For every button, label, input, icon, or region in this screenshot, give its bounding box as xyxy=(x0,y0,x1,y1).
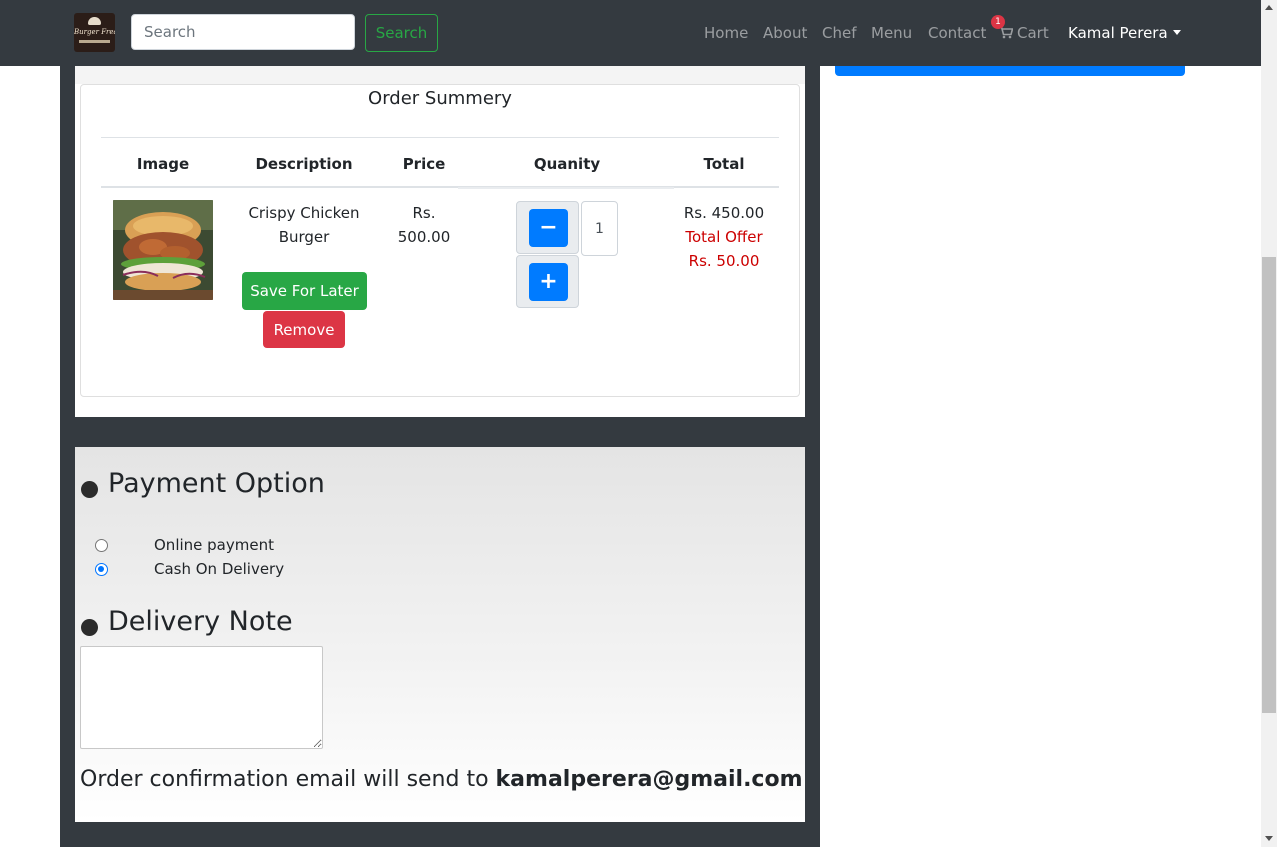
quantity-input[interactable] xyxy=(581,201,618,256)
logo-text: Burger Freaks xyxy=(74,28,115,36)
logo-ribbon xyxy=(79,40,110,43)
increment-group: + xyxy=(516,255,579,308)
scroll-up-arrow-icon[interactable] xyxy=(1265,5,1273,10)
user-name: Kamal Perera xyxy=(1068,24,1168,42)
cash-on-delivery-label[interactable]: Cash On Delivery xyxy=(154,560,284,578)
nav-about[interactable]: About xyxy=(763,24,807,42)
order-summary-title: Order Summery xyxy=(368,88,512,109)
confirmation-message: Order confirmation email will send to ka… xyxy=(80,767,803,792)
online-payment-label[interactable]: Online payment xyxy=(154,536,274,554)
plus-button[interactable]: + xyxy=(529,263,568,301)
payment-option-title: Payment Option xyxy=(108,468,325,499)
cart-count-badge: 1 xyxy=(991,15,1005,29)
remove-button[interactable]: Remove xyxy=(263,311,345,348)
total-amount: Rs. 450.00 xyxy=(683,204,765,222)
column-header-total: Total xyxy=(703,155,745,173)
nav-home[interactable]: Home xyxy=(704,24,748,42)
minus-button[interactable]: − xyxy=(529,209,568,247)
confirmation-email: kamalperera@gmail.com xyxy=(495,767,803,792)
offer-label: Total Offer xyxy=(685,228,763,246)
nav-menu[interactable]: Menu xyxy=(871,24,912,42)
burger-logo-icon xyxy=(88,17,101,25)
quantity-cell-border xyxy=(458,187,674,189)
delivery-note-title: Delivery Note xyxy=(108,606,293,637)
burger-image xyxy=(113,200,213,300)
item-description: Crispy Chicken Burger xyxy=(234,201,374,249)
confirmation-text: Order confirmation email will send to xyxy=(80,767,489,792)
item-name-line1: Crispy Chicken xyxy=(248,204,360,222)
column-header-quantity: Quanity xyxy=(533,155,601,173)
item-name-line2: Burger xyxy=(278,228,330,246)
delivery-note-textarea[interactable] xyxy=(80,646,323,749)
bullet-icon xyxy=(81,481,98,498)
caret-down-icon xyxy=(1172,30,1181,35)
price-currency: Rs. xyxy=(412,204,436,222)
search-button[interactable]: Search xyxy=(365,14,438,52)
navbar: Burger Freaks Search Home About Chef Men… xyxy=(0,0,1261,66)
search-input[interactable] xyxy=(131,14,355,50)
item-price: Rs. 500.00 xyxy=(384,201,464,249)
decrement-group: − xyxy=(516,201,579,254)
column-header-description: Description xyxy=(255,155,353,173)
scrollbar-thumb[interactable] xyxy=(1262,257,1276,713)
column-header-price: Price xyxy=(402,155,446,173)
bullet-icon xyxy=(81,619,98,636)
item-total: Rs. 450.00 Total Offer Rs. 50.00 xyxy=(670,201,778,273)
price-amount: 500.00 xyxy=(397,228,451,246)
radio-online-payment[interactable] xyxy=(95,539,108,552)
nav-chef[interactable]: Chef xyxy=(822,24,857,42)
save-for-later-button[interactable]: Save For Later xyxy=(242,272,367,310)
nav-contact[interactable]: Contact xyxy=(928,24,986,42)
radio-cash-on-delivery[interactable] xyxy=(95,563,108,576)
user-dropdown[interactable]: Kamal Perera xyxy=(1068,24,1181,42)
table-top-border xyxy=(101,137,779,138)
nav-cart[interactable]: Cart xyxy=(1017,24,1049,42)
column-header-image: Image xyxy=(136,155,190,173)
scroll-down-arrow-icon[interactable] xyxy=(1265,836,1273,841)
table-header-border xyxy=(101,186,779,188)
panel-top-strip xyxy=(75,66,805,84)
offer-amount: Rs. 50.00 xyxy=(688,252,760,270)
brand-logo[interactable]: Burger Freaks xyxy=(74,13,115,52)
